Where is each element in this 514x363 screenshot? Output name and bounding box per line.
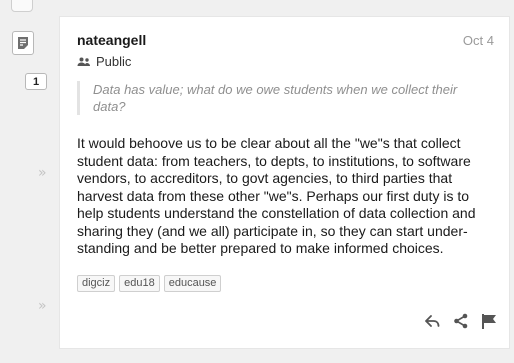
double-chevron-right-icon[interactable]: » xyxy=(38,165,47,181)
annotation-actions xyxy=(425,313,497,334)
annotation-date[interactable]: Oct 4 xyxy=(463,33,494,48)
double-chevron-right-icon[interactable]: » xyxy=(38,298,47,314)
left-rail: 1 » » xyxy=(0,0,58,363)
reply-icon[interactable] xyxy=(425,314,441,333)
note-icon[interactable] xyxy=(12,31,34,55)
tag[interactable]: educause xyxy=(163,275,222,292)
group-icon xyxy=(77,57,91,67)
annotation-card: nateangell Oct 4 Public Data has value; … xyxy=(59,16,510,349)
author-name[interactable]: nateangell xyxy=(77,32,146,48)
collapse-tab[interactable] xyxy=(11,0,33,12)
flag-icon[interactable] xyxy=(481,313,497,334)
tag[interactable]: edu18 xyxy=(119,275,160,292)
annotation-body: It would behoove us to be clear about al… xyxy=(77,135,476,256)
visibility-indicator: Public xyxy=(77,54,131,69)
quoted-text: Data has value; what do we owe students … xyxy=(77,81,487,115)
share-icon[interactable] xyxy=(453,313,469,334)
tag-list: digciz edu18 educause xyxy=(77,275,222,292)
reply-count-badge[interactable]: 1 xyxy=(25,73,47,90)
tag[interactable]: digciz xyxy=(77,275,116,292)
visibility-label: Public xyxy=(96,54,132,69)
